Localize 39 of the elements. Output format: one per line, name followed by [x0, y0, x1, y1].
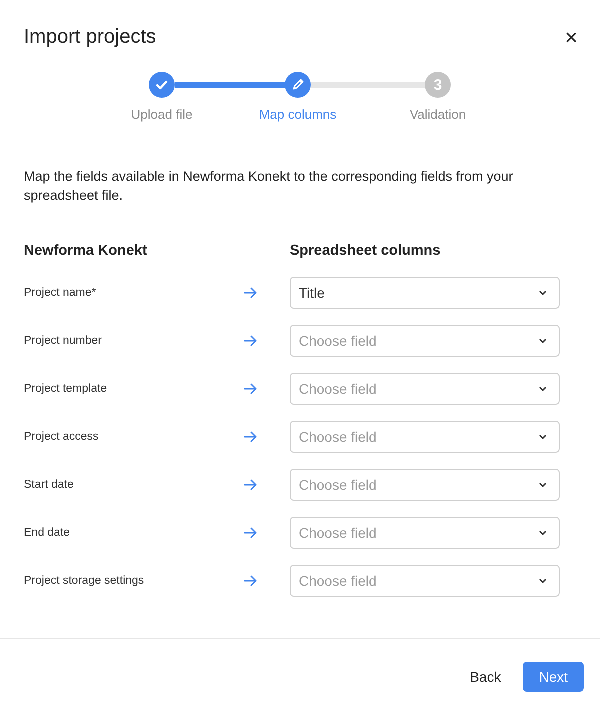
field-label: Project storage settings [24, 575, 146, 587]
arrow-icon [244, 431, 258, 443]
column-dropdown[interactable]: Choose field [290, 373, 560, 405]
arrow-icon [244, 575, 258, 587]
column-dropdown[interactable]: Choose field [290, 469, 560, 501]
chevron-down-icon [539, 386, 547, 392]
column-heading: Newforma Konekt [24, 243, 148, 259]
field-label: Project access [24, 431, 100, 443]
field-label: Project number [24, 335, 103, 347]
chevron-down-icon [539, 338, 547, 344]
step-label: Validation [410, 107, 466, 124]
chevron-down-icon [539, 530, 547, 536]
column-dropdown[interactable]: Choose field [290, 325, 560, 357]
field-label: Project template [24, 383, 108, 395]
arrow-icon [244, 527, 258, 539]
instructions-text: Map the fields available in Newforma Konekt to the corresponding fields from your spreadsheet file. [24, 168, 514, 205]
arrow-icon [244, 383, 258, 395]
field-label: Project name* [24, 287, 98, 299]
next-button[interactable]: Next [523, 662, 584, 692]
chevron-down-icon [539, 290, 547, 296]
dialog-title: Import projects [24, 26, 156, 49]
arrow-icon [244, 287, 258, 299]
field-label: End date [24, 527, 72, 539]
column-heading: Spreadsheet columns [290, 243, 442, 259]
arrow-icon [244, 479, 258, 491]
column-dropdown[interactable]: Choose field [290, 565, 560, 597]
field-label: Start date [24, 479, 75, 491]
arrow-icon [244, 335, 258, 347]
step-number: 3 [425, 72, 451, 98]
column-dropdown[interactable]: Choose field [290, 421, 560, 453]
close-button[interactable]: × [565, 26, 578, 48]
step-label: Map columns [259, 107, 337, 124]
chevron-down-icon [539, 482, 547, 488]
column-dropdown[interactable]: Title [290, 277, 560, 309]
column-dropdown[interactable]: Choose field [290, 517, 560, 549]
back-button[interactable]: Back [462, 662, 510, 692]
chevron-down-icon [539, 578, 547, 584]
chevron-down-icon [539, 434, 547, 440]
step-label: Upload file [131, 107, 193, 124]
